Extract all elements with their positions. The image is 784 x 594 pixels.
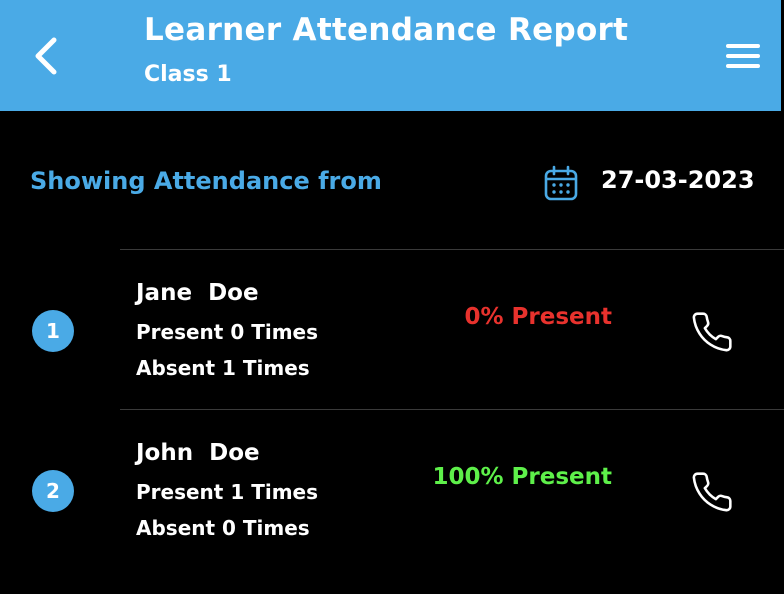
page-title: Learner Attendance Report xyxy=(144,12,629,48)
page-subtitle: Class 1 xyxy=(144,62,232,87)
row-index-badge: 1 xyxy=(32,310,74,352)
header-bar: Learner Attendance Report Class 1 xyxy=(0,0,781,111)
absent-count: Absent 0 Times xyxy=(136,516,310,540)
calendar-icon[interactable] xyxy=(542,164,580,202)
learner-name: Jane Doe xyxy=(136,280,259,306)
call-button[interactable] xyxy=(690,310,734,354)
menu-button[interactable] xyxy=(722,40,766,72)
present-count: Present 0 Times xyxy=(136,320,319,344)
row-index-badge: 2 xyxy=(32,470,74,512)
attendance-percent: 100% Present xyxy=(432,464,612,490)
phone-icon xyxy=(692,472,732,512)
learner-row: 2 John Doe Present 1 Times Absent 0 Time… xyxy=(0,410,784,570)
attendance-percent: 0% Present xyxy=(464,304,612,330)
chevron-left-icon xyxy=(35,37,57,75)
present-count: Present 1 Times xyxy=(136,480,319,504)
absent-count: Absent 1 Times xyxy=(136,356,310,380)
call-button[interactable] xyxy=(690,470,734,514)
learner-row: 1 Jane Doe Present 0 Times Absent 1 Time… xyxy=(0,250,784,410)
date-selector[interactable]: 27-03-2023 xyxy=(601,166,755,194)
back-button[interactable] xyxy=(28,30,68,82)
app-screen: Learner Attendance Report Class 1 Showin… xyxy=(0,0,784,594)
learner-name: John Doe xyxy=(136,440,260,466)
phone-icon xyxy=(692,312,732,352)
attendance-filter-label: Showing Attendance from xyxy=(30,167,382,195)
